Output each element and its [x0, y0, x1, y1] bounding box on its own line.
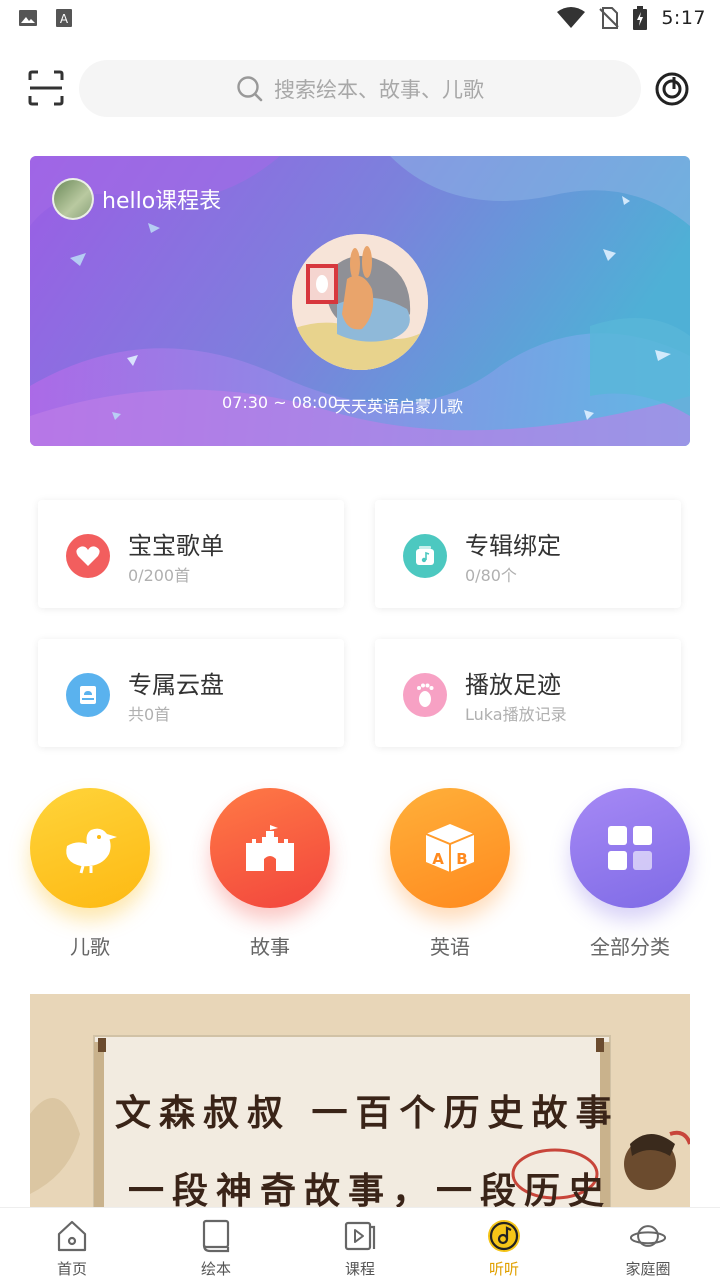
scan-icon[interactable]: [28, 70, 64, 106]
home-icon: [57, 1220, 87, 1252]
card-title: 宝宝歌单: [128, 532, 224, 560]
course-schedule-banner[interactable]: hello课程表 07:30 ~ 08:00 天天英语启蒙儿歌: [30, 156, 690, 446]
category-label: 儿歌: [70, 935, 110, 959]
banner-header: hello课程表: [52, 178, 221, 220]
wifi-icon: [557, 7, 586, 28]
nav-label: 听听: [488, 1260, 519, 1278]
nav-label: 首页: [56, 1260, 87, 1278]
card-play-history[interactable]: 播放足迹 Luka播放记录: [375, 639, 681, 747]
card-baby-playlist[interactable]: 宝宝歌单 0/200首: [38, 500, 344, 608]
music-note-icon: [403, 534, 447, 578]
category-all[interactable]: 全部分类: [570, 788, 690, 959]
search-icon: [237, 75, 263, 101]
promo-title: 文森叔叔 一百个历史故事: [115, 1092, 620, 1134]
card-subtitle: Luka播放记录: [465, 705, 567, 724]
banner-program: 天天英语启蒙儿歌: [335, 397, 464, 416]
category-label: 全部分类: [590, 935, 670, 959]
banner-title: hello课程表: [102, 189, 222, 214]
card-subtitle: 共0首: [128, 705, 171, 724]
search-input[interactable]: 搜索绘本、故事、儿歌: [79, 60, 641, 117]
svg-text:B: B: [456, 850, 467, 868]
heart-icon: [66, 534, 110, 578]
card-cloud-drive[interactable]: 专属云盘 共0首: [38, 639, 344, 747]
cloud-drive-icon: [66, 673, 110, 717]
nav-picture-books[interactable]: 绘本: [144, 1208, 288, 1280]
header: 搜索绘本、故事、儿歌: [0, 60, 720, 118]
listen-icon: [488, 1220, 520, 1252]
svg-text:A: A: [432, 850, 444, 868]
text-notification-icon: A: [56, 9, 72, 27]
svg-text:A: A: [60, 12, 69, 26]
no-sim-icon: [599, 7, 620, 29]
nav-label: 绘本: [200, 1260, 231, 1278]
album-cover[interactable]: [292, 234, 428, 370]
bottom-nav: 首页 绘本 课程 听听 家庭圈: [0, 1207, 720, 1280]
planet-icon: [630, 1225, 666, 1247]
card-title: 播放足迹: [465, 671, 561, 699]
search-placeholder: 搜索绘本、故事、儿歌: [274, 77, 484, 102]
card-subtitle: 0/200首: [128, 566, 191, 585]
card-title: 专辑绑定: [465, 532, 561, 560]
bird-icon: [30, 788, 150, 908]
nav-label: 课程: [344, 1260, 375, 1278]
footprint-icon: [403, 673, 447, 717]
battery-icon: [633, 6, 648, 30]
promo-banner[interactable]: 文森叔叔 一百个历史故事 一段神奇故事，一段历史: [30, 994, 690, 1209]
category-label: 英语: [430, 935, 470, 959]
nav-courses[interactable]: 课程: [288, 1208, 432, 1280]
nav-label: 家庭圈: [625, 1260, 671, 1278]
nav-listen[interactable]: 听听: [432, 1208, 576, 1280]
listen-screen: A 5:17 搜索绘本、故事、儿歌 hello课程表 07:30 ~ 08:00…: [0, 0, 720, 1280]
card-album-binding[interactable]: 专辑绑定 0/80个: [375, 500, 681, 608]
status-time: 5:17: [661, 7, 706, 29]
ab-block-icon: A B: [390, 788, 510, 908]
nav-family-circle[interactable]: 家庭圈: [576, 1208, 720, 1280]
avatar: [52, 178, 94, 220]
album-illustration: [292, 234, 428, 370]
book-icon: [202, 1219, 230, 1253]
status-bar: A 5:17: [0, 0, 720, 36]
castle-icon: [210, 788, 330, 908]
card-subtitle: 0/80个: [465, 566, 517, 585]
now-playing-icon[interactable]: [655, 72, 689, 106]
nav-home[interactable]: 首页: [0, 1208, 144, 1280]
grid-icon: [570, 788, 690, 908]
promo-subtitle: 一段神奇故事，一段历史: [128, 1170, 613, 1209]
banner-time: 07:30 ~ 08:00: [222, 393, 338, 412]
category-english[interactable]: A B 英语: [390, 788, 510, 959]
image-notification-icon: [19, 10, 37, 26]
card-title: 专属云盘: [128, 671, 224, 699]
category-stories[interactable]: 故事: [210, 788, 330, 959]
category-label: 故事: [250, 935, 290, 959]
category-nursery-rhymes[interactable]: 儿歌: [30, 788, 150, 959]
play-course-icon: [344, 1221, 376, 1251]
